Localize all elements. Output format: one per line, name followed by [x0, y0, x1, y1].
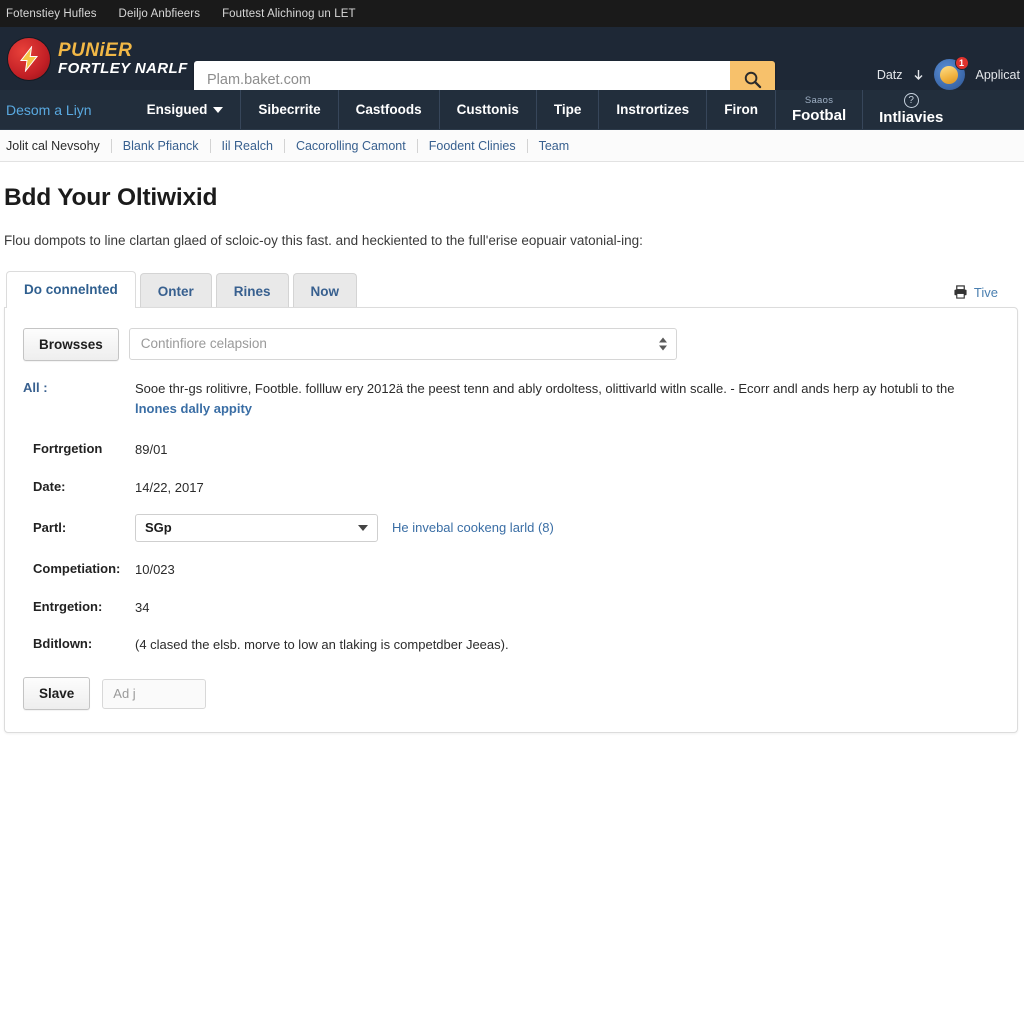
nav-item-sibecrrite[interactable]: Sibecrrite — [240, 90, 337, 129]
bditlown-row: Bditlown: (4 clased the elsb. morve to l… — [23, 631, 999, 655]
fortrgetion-row: Fortrgetion 89/01 — [23, 436, 999, 460]
save-button[interactable]: Slave — [23, 677, 91, 711]
nav-item-label: Ensigued — [146, 102, 208, 117]
chevron-down-icon — [213, 106, 224, 113]
add-input-placeholder: Ad j — [113, 686, 136, 702]
all-label: All : — [23, 379, 48, 395]
date-label: Date: — [33, 479, 66, 495]
spinner-arrows[interactable] — [658, 337, 667, 351]
breadcrumb-item-2[interactable]: Iil Realch — [211, 139, 284, 153]
nav-brand-link[interactable]: Desom a Liyn — [0, 90, 102, 129]
nav-item-ensigued[interactable]: Ensigued — [130, 90, 241, 129]
data-menu-label[interactable]: Datz — [877, 68, 903, 82]
user-avatar-icon — [940, 65, 959, 84]
utility-link-1[interactable]: Fotenstiey Hufles — [6, 8, 97, 20]
tab-strip: Do connelnted Onter Rines Now Tive — [4, 270, 1018, 308]
utility-bar: Fotenstiey Hufles Deiljo Anbfieers Foutt… — [0, 0, 1024, 27]
question-mark-icon: ? — [903, 93, 919, 108]
nav-item-custtonis[interactable]: Custtonis — [438, 90, 536, 129]
breadcrumb-item-5[interactable]: Team — [528, 139, 581, 153]
utility-link-2[interactable]: Deiljo Anbfieers — [119, 8, 201, 20]
nav-item-subtitle: Saaos — [804, 95, 834, 106]
party-select[interactable]: SGp — [135, 513, 378, 542]
breadcrumb: Jolit cal Nevsohy Blank Pfianck Iil Real… — [0, 130, 1024, 162]
bditlown-value: (4 clased the elsb. morve to low an tlak… — [135, 637, 509, 653]
date-value: 14/22, 2017 — [135, 480, 204, 496]
nav-item-tipe[interactable]: Tipe — [535, 90, 599, 129]
application-label[interactable]: Applicat — [976, 68, 1020, 82]
nav-item-football[interactable]: Saaos Footbal — [774, 90, 862, 129]
nav-item-label: Intliavies — [879, 109, 944, 126]
tab-onter[interactable]: Onter — [139, 272, 212, 308]
nav-item-label: Custtonis — [456, 102, 519, 117]
avatar[interactable]: 1 — [933, 56, 969, 90]
party-label: Partl: — [33, 520, 67, 536]
nav-item-instrortizes[interactable]: Instrortizes — [598, 90, 706, 129]
entrgetion-value: 34 — [135, 599, 150, 615]
form-footer: Slave Ad j — [23, 677, 999, 711]
form-panel: Browsses Continfiore celapsion All : Soo… — [4, 306, 1018, 734]
file-name-placeholder: Continfiore celapsion — [140, 336, 267, 352]
breadcrumb-item-4[interactable]: Foodent Clinies — [418, 139, 527, 153]
date-row: Date: 14/22, 2017 — [23, 474, 999, 498]
main-navigation: Desom a Liyn Ensigued Sibecrrite Castfoo… — [0, 90, 1024, 130]
nav-item-intliavies[interactable]: ? Intliavies — [862, 90, 959, 129]
nav-item-castfoods[interactable]: Castfoods — [337, 90, 439, 129]
nav-item-label: Castfoods — [355, 102, 422, 117]
tab-rines[interactable]: Rines — [215, 272, 289, 308]
party-row: Partl: SGp He invebal cookeng larld (8) — [23, 513, 999, 542]
search-icon — [744, 71, 762, 89]
page-body: Bdd Your Oltiwixid Flou dompots to line … — [0, 162, 1024, 734]
chevron-up-icon[interactable] — [658, 337, 667, 343]
site-logo[interactable]: PUNiER FORTLEY NARLF — [0, 37, 188, 80]
fortrgetion-value: 89/01 — [135, 442, 168, 458]
add-input[interactable]: Ad j — [102, 678, 207, 709]
entrgetion-label: Entrgetion: — [33, 598, 103, 614]
party-select-value: SGp — [145, 520, 172, 536]
breadcrumb-item-0[interactable]: Jolit cal Nevsohy — [4, 139, 111, 153]
nav-item-label: Footbal — [791, 107, 847, 124]
nav-item-label: Firon — [724, 102, 758, 117]
masthead-right: Datz 1 Applicat — [877, 56, 1024, 90]
party-helper-link[interactable]: He invebal cookeng larld (8) — [392, 520, 554, 535]
fortrgetion-label: Fortrgetion — [33, 441, 103, 457]
all-row: All : Sooe thr-gs rolitivre, Footble. fo… — [23, 375, 999, 419]
competiation-label: Competiation: — [33, 560, 121, 576]
chevron-down-icon — [358, 524, 368, 531]
utility-link-3[interactable]: Fouttest Alichinog un LET — [222, 8, 356, 20]
lightning-bolt-icon — [8, 37, 50, 80]
tab-now[interactable]: Now — [292, 272, 358, 308]
breadcrumb-item-1[interactable]: Blank Pfianck — [112, 139, 210, 153]
entrgetion-row: Entrgetion: 34 — [23, 594, 999, 618]
nav-item-label: Instrortizes — [616, 102, 690, 117]
logo-primary-text: PUNiER — [58, 40, 133, 62]
browse-button[interactable]: Browsses — [23, 327, 119, 361]
page-description: Flou dompots to line clartan glaed of sc… — [4, 233, 643, 248]
chevron-down-icon[interactable] — [658, 345, 667, 351]
print-action-label: Tive — [973, 284, 998, 300]
all-value: Sooe thr-gs rolitivre, Footble. follluw … — [135, 375, 999, 419]
tab-panel-wrapper: Do connelnted Onter Rines Now Tive Brows… — [4, 270, 1018, 734]
all-value-link[interactable]: lnones dally appity — [135, 401, 252, 416]
file-upload-row: Browsses Continfiore celapsion — [23, 327, 999, 361]
print-icon — [954, 285, 967, 300]
nav-item-label: Tipe — [553, 102, 582, 117]
competiation-value: 10/023 — [135, 561, 175, 577]
masthead: PUNiER FORTLEY NARLF Datz 1 Applicat — [0, 27, 1024, 98]
nav-item-label: Sibecrrite — [258, 102, 321, 117]
page-title: Bdd Your Oltiwixid — [4, 184, 218, 211]
logo-secondary-text: FORTLEY NARLF — [58, 59, 188, 77]
file-name-input[interactable]: Continfiore celapsion — [128, 327, 677, 360]
tab-do-connelnted[interactable]: Do connelnted — [6, 270, 136, 308]
competiation-row: Competiation: 10/023 — [23, 556, 999, 580]
bditlown-label: Bditlown: — [33, 636, 93, 652]
breadcrumb-item-3[interactable]: Cacorolling Camont — [285, 139, 417, 153]
print-action[interactable]: Tive — [953, 285, 1018, 308]
chevron-down-icon — [914, 70, 923, 80]
nav-spacer — [102, 90, 130, 129]
all-value-text: Sooe thr-gs rolitivre, Footble. follluw … — [135, 380, 955, 396]
notification-badge: 1 — [954, 56, 969, 70]
nav-item-firon[interactable]: Firon — [706, 90, 775, 129]
